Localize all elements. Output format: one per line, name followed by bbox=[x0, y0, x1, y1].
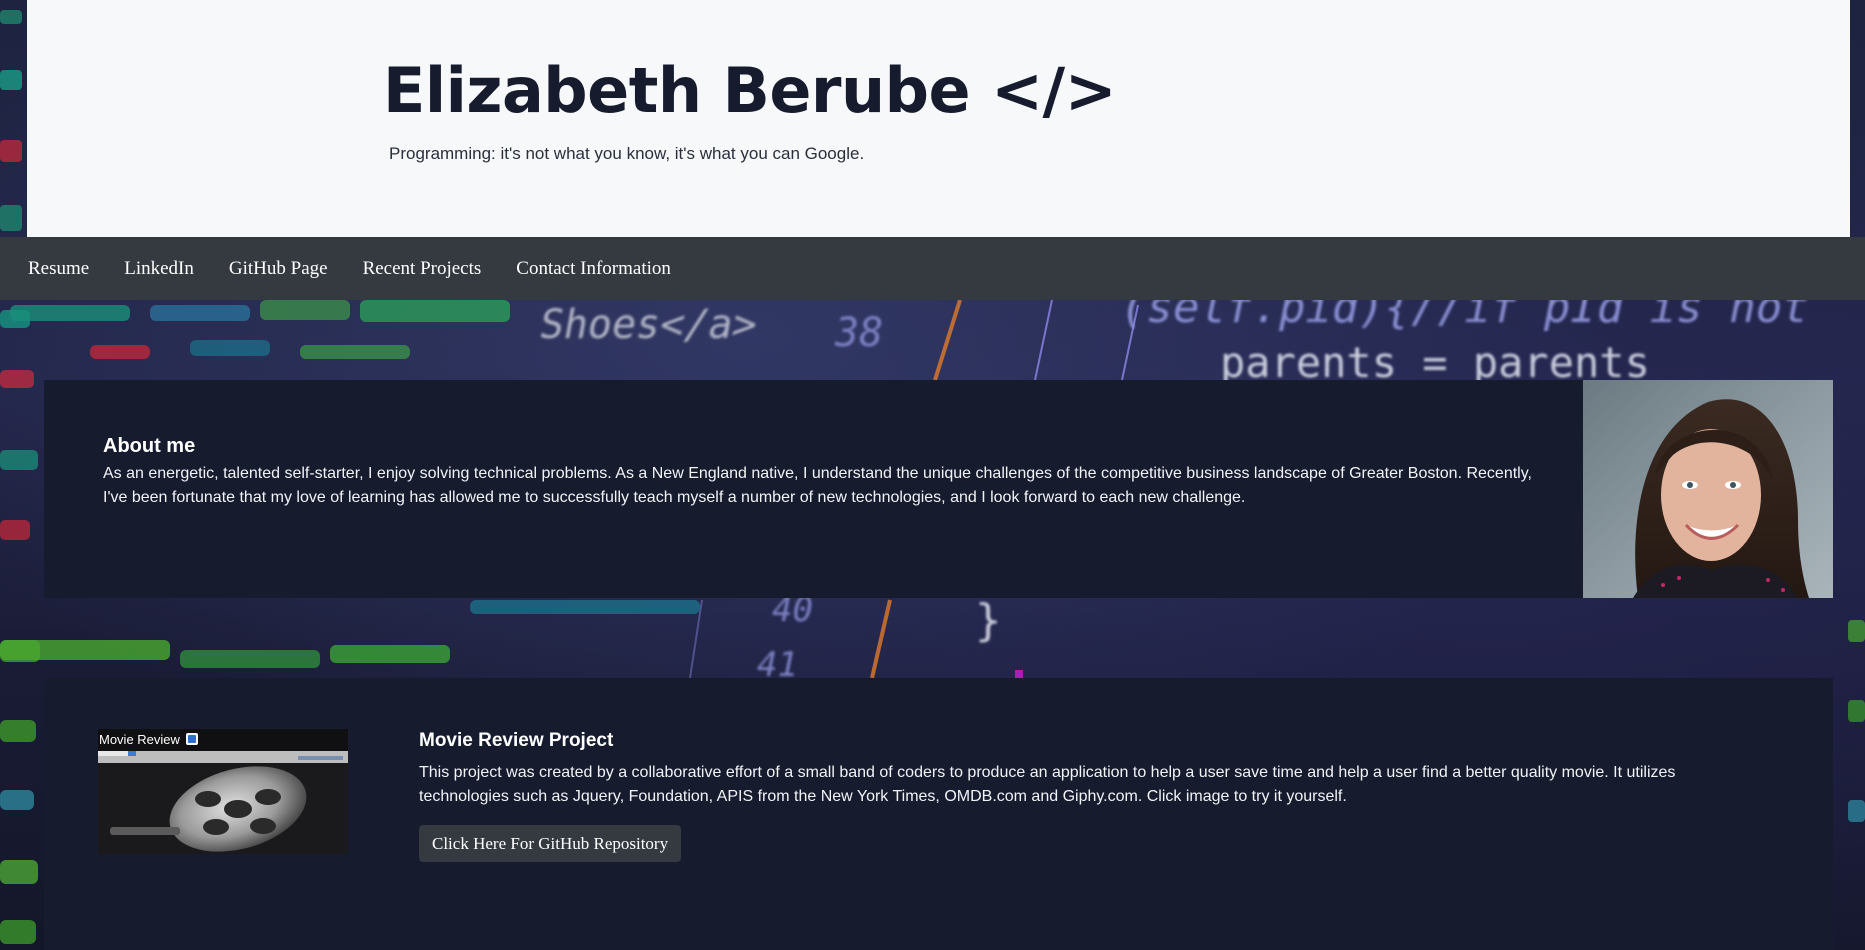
about-card: About me As an energetic, talented self-… bbox=[44, 380, 1833, 598]
code-fragment: 38 bbox=[835, 310, 884, 356]
project-thumbnail[interactable]: Movie Review bbox=[98, 729, 348, 854]
project-card: Movie Review Movie Review Project This p… bbox=[44, 678, 1833, 950]
thumbnail-logo-icon bbox=[186, 733, 198, 745]
project-description: This project was created by a collaborat… bbox=[419, 764, 1676, 805]
about-text: As an energetic, talented self-starter, … bbox=[103, 465, 1532, 506]
nav-link-contact[interactable]: Contact Information bbox=[516, 258, 671, 280]
github-repo-button[interactable]: Click Here For GitHub Repository bbox=[419, 825, 682, 862]
header-jumbotron: Elizabeth Berube </> Programming: it's n… bbox=[27, 0, 1850, 237]
film-reel-image bbox=[98, 729, 348, 854]
nav-link-recent-projects[interactable]: Recent Projects bbox=[363, 258, 482, 280]
nav-link-resume[interactable]: Resume bbox=[28, 258, 89, 280]
code-fragment: } bbox=[975, 595, 1002, 646]
thumbnail-logo-icon-mark bbox=[188, 735, 196, 743]
project-title: Movie Review Project bbox=[419, 730, 614, 751]
code-fragment: Shoes</a> bbox=[535, 302, 761, 348]
profile-photo-art bbox=[1583, 380, 1833, 598]
profile-photo bbox=[1583, 380, 1833, 598]
nav-link-linkedin[interactable]: LinkedIn bbox=[124, 258, 194, 280]
site-title: Elizabeth Berube </> bbox=[383, 54, 1117, 127]
about-title: About me bbox=[103, 435, 196, 457]
main-navbar: Resume LinkedIn GitHub Page Recent Proje… bbox=[0, 237, 1865, 300]
site-tagline: Programming: it's not what you know, it'… bbox=[389, 144, 865, 163]
nav-link-github[interactable]: GitHub Page bbox=[229, 258, 328, 280]
thumbnail-title: Movie Review bbox=[99, 732, 180, 747]
